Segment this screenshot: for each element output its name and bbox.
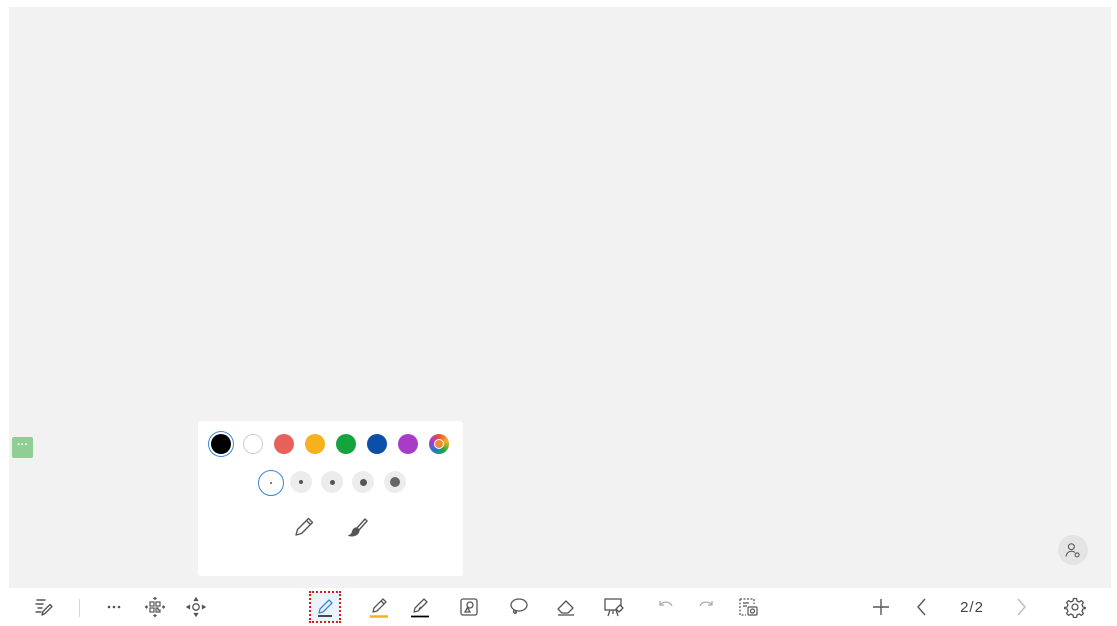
add-page-icon[interactable] (866, 592, 896, 622)
toolbar-divider (79, 599, 80, 617)
redo-icon[interactable] (691, 592, 721, 622)
eraser-icon[interactable] (551, 592, 581, 622)
highlighter-icon[interactable] (364, 592, 394, 622)
stroke-size-s[interactable] (290, 471, 312, 493)
notes-edit-icon[interactable] (28, 592, 58, 622)
whiteboard-canvas[interactable] (9, 7, 1111, 588)
page-indicator: 2/2 (960, 599, 984, 616)
next-page-icon[interactable] (1006, 592, 1036, 622)
color-swatch-white[interactable] (243, 434, 263, 454)
color-swatch-yellow[interactable] (305, 434, 325, 454)
pen-icon[interactable] (309, 591, 341, 623)
user-icon[interactable] (1058, 535, 1088, 565)
presentation-icon[interactable] (599, 592, 629, 622)
color-swatch-purple[interactable] (398, 434, 418, 454)
move-icon[interactable] (181, 592, 211, 622)
settings-icon[interactable] (1060, 592, 1090, 622)
lasso-icon[interactable] (503, 592, 533, 622)
bottom-toolbar: 2/2 (0, 588, 1117, 626)
stroke-size-xs[interactable] (258, 470, 284, 496)
pen-settings-panel (198, 421, 463, 576)
pencil-icon[interactable] (292, 515, 316, 539)
screenshot-icon[interactable] (733, 592, 763, 622)
undo-icon[interactable] (651, 592, 681, 622)
custom-color-picker[interactable] (429, 434, 449, 454)
stroke-size-m[interactable] (321, 471, 343, 493)
brush-icon[interactable] (346, 515, 370, 539)
color-swatch-green[interactable] (336, 434, 356, 454)
previous-page-icon[interactable] (907, 592, 937, 622)
stroke-size-xl[interactable] (384, 471, 406, 493)
side-menu-tab[interactable]: ··· (12, 437, 33, 458)
color-swatch-black[interactable] (211, 434, 231, 454)
color-swatch-red[interactable] (274, 434, 294, 454)
stroke-size-l[interactable] (352, 471, 374, 493)
marker-icon[interactable] (405, 592, 435, 622)
qr-code-icon[interactable] (140, 592, 170, 622)
shape-recognition-icon[interactable] (454, 592, 484, 622)
more-icon[interactable] (99, 592, 129, 622)
color-swatch-blue[interactable] (367, 434, 387, 454)
